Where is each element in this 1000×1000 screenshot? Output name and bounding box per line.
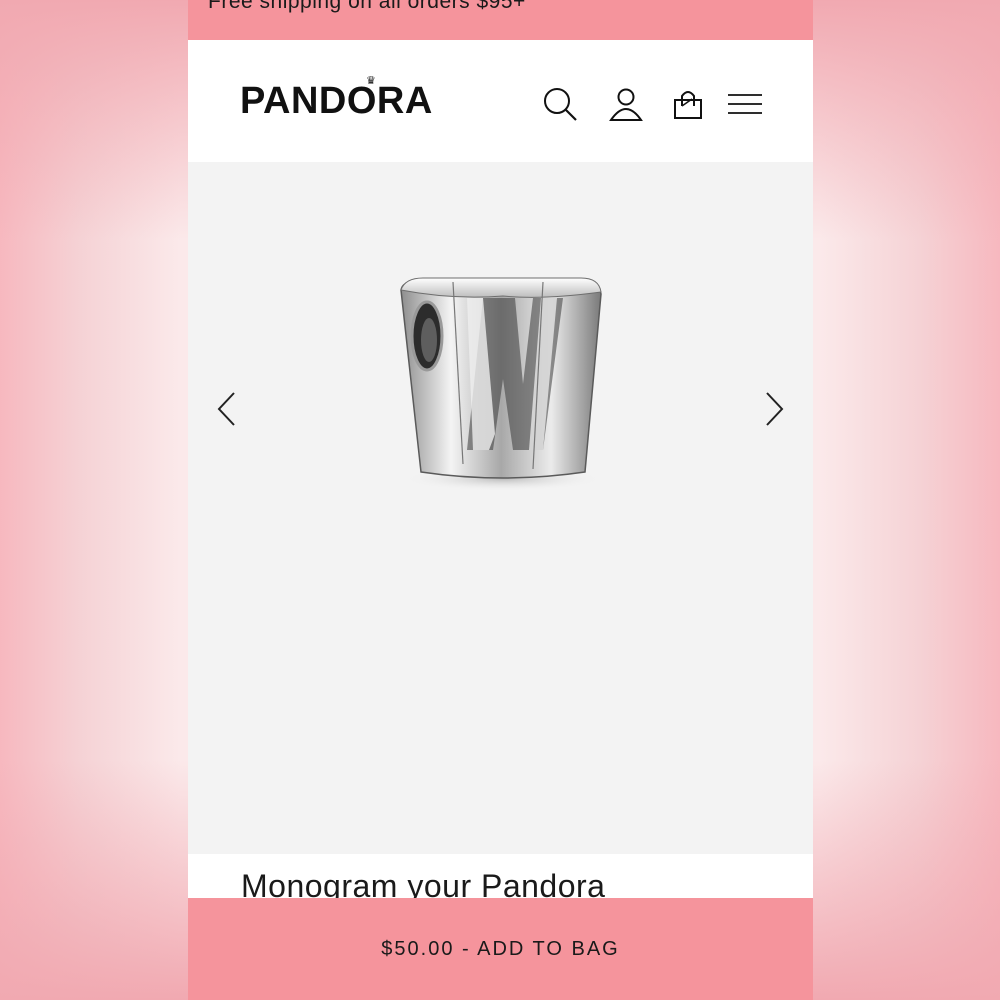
product-title-strip: Monogram your Pandora xyxy=(188,854,813,900)
product-title: Monogram your Pandora xyxy=(241,868,606,900)
promo-text: Free shipping on all orders $95+ xyxy=(208,0,526,13)
product-gallery xyxy=(188,162,813,854)
pandora-logo[interactable]: PANDORA xyxy=(240,80,433,123)
add-to-bag-button[interactable]: $50.00 - ADD TO BAG xyxy=(188,898,813,1000)
shopping-bag-icon[interactable] xyxy=(668,84,708,124)
product-image xyxy=(400,277,603,491)
search-icon[interactable] xyxy=(540,84,580,124)
promo-banner: Free shipping on all orders $95+ xyxy=(188,0,813,40)
logo-crown-icon: ♛ xyxy=(366,75,376,87)
chevron-left-icon[interactable] xyxy=(216,390,238,428)
account-icon[interactable] xyxy=(606,84,646,124)
site-header: PANDORA ♛ xyxy=(188,40,813,162)
mobile-page: Free shipping on all orders $95+ PANDORA… xyxy=(188,0,813,1000)
chevron-right-icon[interactable] xyxy=(763,390,785,428)
menu-icon[interactable] xyxy=(726,84,766,124)
